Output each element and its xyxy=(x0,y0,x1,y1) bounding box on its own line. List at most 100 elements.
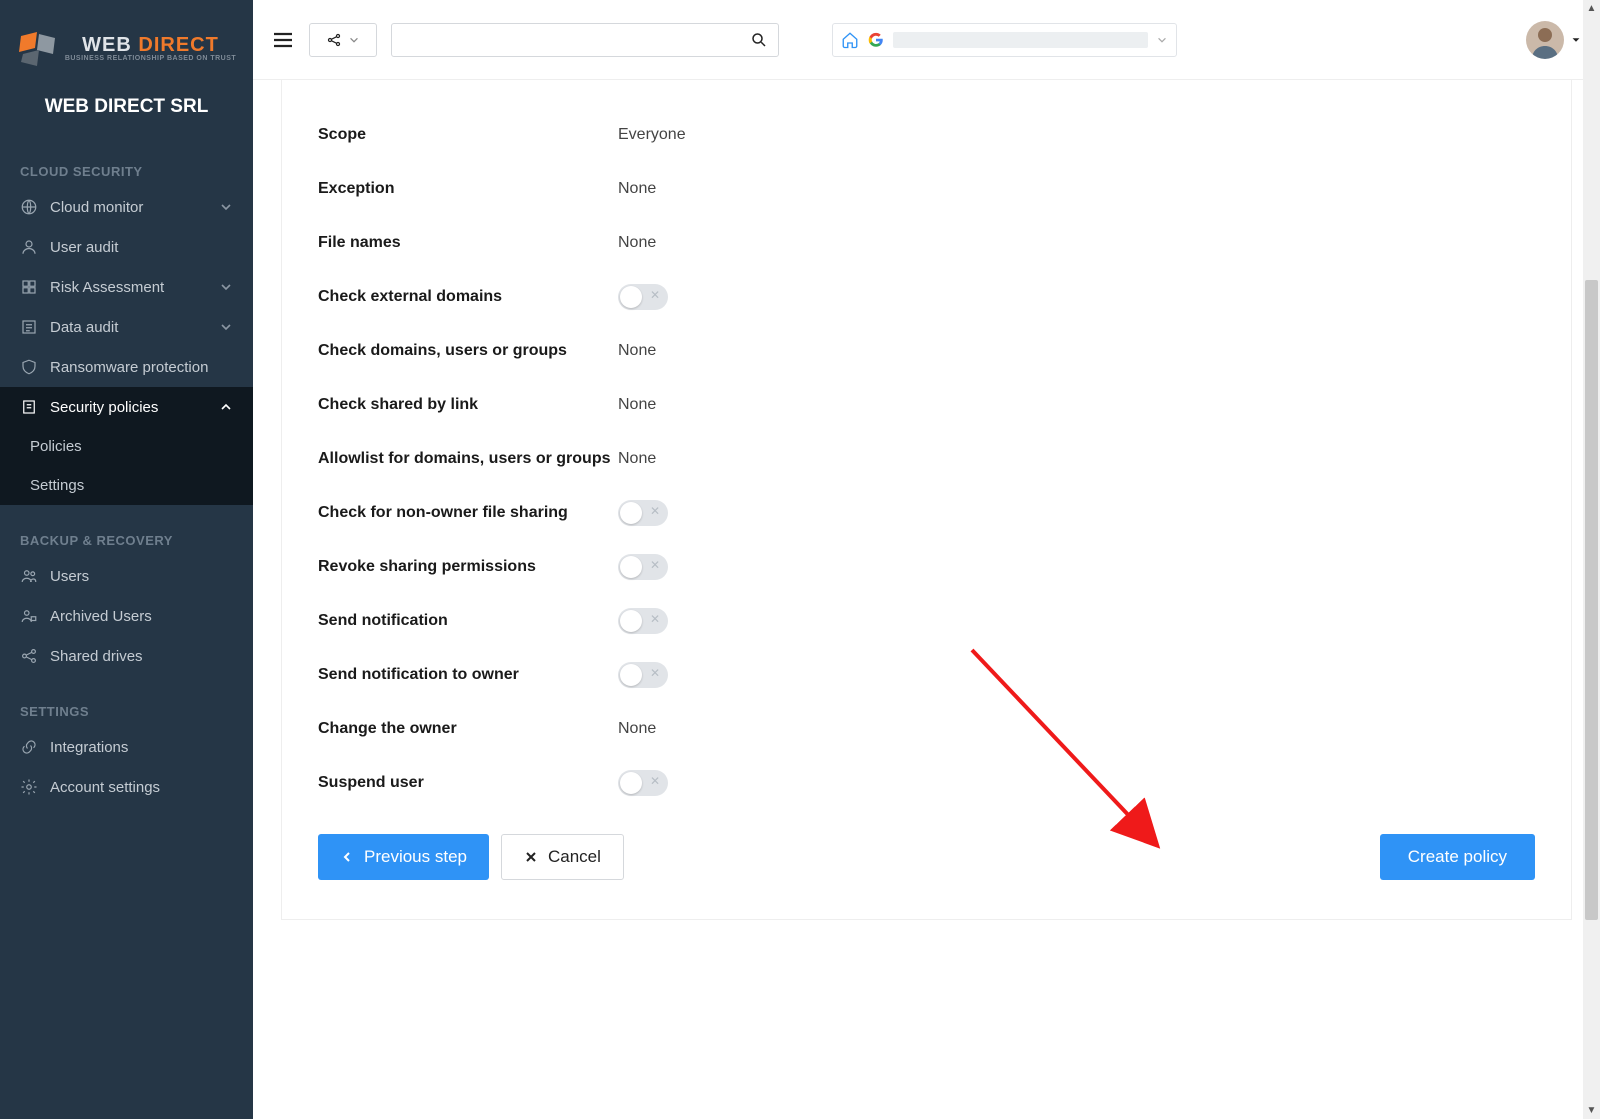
row-check-shared: Check shared by link None xyxy=(318,378,1535,432)
label-check-shared: Check shared by link xyxy=(318,396,618,414)
avatar xyxy=(1526,21,1564,59)
toggle-check-external[interactable]: ✕ xyxy=(618,284,668,310)
cancel-button[interactable]: Cancel xyxy=(501,834,624,880)
row-notify-owner: Send notification to owner ✕ xyxy=(318,648,1535,702)
sidebar-item-label: User audit xyxy=(50,239,233,256)
main-area: Scope Everyone Exception None File names… xyxy=(253,0,1600,1119)
section-settings: SETTINGS xyxy=(0,676,253,727)
value-check-shared: None xyxy=(618,396,656,414)
sidebar-item-label: Risk Assessment xyxy=(50,279,219,296)
chevron-down-icon xyxy=(219,200,233,214)
sidebar-item-label: Ransomware protection xyxy=(50,359,233,376)
row-change-owner: Change the owner None xyxy=(318,702,1535,756)
sidebar-item-shared-drives[interactable]: Shared drives xyxy=(0,636,253,676)
google-icon xyxy=(867,31,885,49)
toggle-notify[interactable]: ✕ xyxy=(618,608,668,634)
link-icon xyxy=(20,738,38,756)
row-scope: Scope Everyone xyxy=(318,108,1535,162)
label-check-domains: Check domains, users or groups xyxy=(318,342,618,360)
button-label: Create policy xyxy=(1408,847,1507,867)
chevron-down-icon[interactable] xyxy=(1156,34,1168,46)
sidebar-subitem-settings[interactable]: Settings xyxy=(0,466,253,505)
search-box[interactable] xyxy=(391,23,779,57)
row-notify: Send notification ✕ xyxy=(318,594,1535,648)
toggle-notify-owner[interactable]: ✕ xyxy=(618,662,668,688)
user-icon xyxy=(20,238,38,256)
sidebar-subitem-policies[interactable]: Policies xyxy=(0,427,253,466)
sidebar-item-label: Cloud monitor xyxy=(50,199,219,216)
label-check-external: Check external domains xyxy=(318,288,618,306)
share-dropdown[interactable] xyxy=(309,23,377,57)
label-notify: Send notification xyxy=(318,612,618,630)
sidebar-item-label: Security policies xyxy=(50,399,219,416)
search-input[interactable] xyxy=(402,32,750,48)
scroll-thumb[interactable] xyxy=(1585,280,1598,920)
row-allowlist: Allowlist for domains, users or groups N… xyxy=(318,432,1535,486)
label-revoke: Revoke sharing permissions xyxy=(318,558,618,576)
grid-icon xyxy=(20,278,38,296)
toggle-non-owner[interactable]: ✕ xyxy=(618,500,668,526)
chevron-down-icon xyxy=(219,280,233,294)
label-file-names: File names xyxy=(318,234,618,252)
url-box[interactable] xyxy=(832,23,1177,57)
arrow-left-icon xyxy=(340,850,354,864)
sidebar-item-user-audit[interactable]: User audit xyxy=(0,227,253,267)
value-scope: Everyone xyxy=(618,126,686,144)
globe-icon xyxy=(20,198,38,216)
brand-logo-icon xyxy=(17,28,57,68)
sidebar-item-archived-users[interactable]: Archived Users xyxy=(0,596,253,636)
sidebar-item-account-settings[interactable]: Account settings xyxy=(0,767,253,807)
label-change-owner: Change the owner xyxy=(318,720,618,738)
caret-down-icon xyxy=(1570,34,1582,46)
sidebar-item-cloud-monitor[interactable]: Cloud monitor xyxy=(0,187,253,227)
shield-icon xyxy=(20,358,38,376)
chevron-up-icon xyxy=(219,400,233,414)
sidebar-item-risk-assessment[interactable]: Risk Assessment xyxy=(0,267,253,307)
user-menu[interactable] xyxy=(1526,21,1582,59)
row-non-owner: Check for non-owner file sharing ✕ xyxy=(318,486,1535,540)
search-icon[interactable] xyxy=(750,31,768,49)
button-label: Previous step xyxy=(364,847,467,867)
policy-form-panel: Scope Everyone Exception None File names… xyxy=(281,80,1572,920)
close-icon xyxy=(524,850,538,864)
previous-step-button[interactable]: Previous step xyxy=(318,834,489,880)
scroll-up-icon[interactable]: ▲ xyxy=(1583,0,1600,17)
value-change-owner: None xyxy=(618,720,656,738)
toggle-suspend[interactable]: ✕ xyxy=(618,770,668,796)
label-scope: Scope xyxy=(318,126,618,144)
share-icon xyxy=(20,647,38,665)
row-check-external: Check external domains ✕ xyxy=(318,270,1535,324)
brand-block: WEB DIRECT BUSINESS RELATIONSHIP BASED O… xyxy=(0,18,253,136)
sidebar-item-security-policies[interactable]: Security policies xyxy=(0,387,253,427)
content-scroll[interactable]: Scope Everyone Exception None File names… xyxy=(253,80,1600,1119)
toggle-revoke[interactable]: ✕ xyxy=(618,554,668,580)
hamburger-icon[interactable] xyxy=(271,28,295,52)
gear-icon xyxy=(20,778,38,796)
sidebar-item-users[interactable]: Users xyxy=(0,556,253,596)
sidebar-item-label: Integrations xyxy=(50,739,233,756)
sidebar-item-label: Data audit xyxy=(50,319,219,336)
brand-wordmark: WEB DIRECT BUSINESS RELATIONSHIP BASED O… xyxy=(65,34,236,62)
sidebar-item-ransomware[interactable]: Ransomware protection xyxy=(0,347,253,387)
list-icon xyxy=(20,318,38,336)
sidebar-item-data-audit[interactable]: Data audit xyxy=(0,307,253,347)
sidebar-item-label: Users xyxy=(50,568,233,585)
label-allowlist: Allowlist for domains, users or groups xyxy=(318,450,618,468)
value-check-domains: None xyxy=(618,342,656,360)
row-check-domains: Check domains, users or groups None xyxy=(318,324,1535,378)
sidebar: WEB DIRECT BUSINESS RELATIONSHIP BASED O… xyxy=(0,0,253,1119)
label-non-owner: Check for non-owner file sharing xyxy=(318,504,618,522)
row-file-names: File names None xyxy=(318,216,1535,270)
value-allowlist: None xyxy=(618,450,656,468)
home-icon[interactable] xyxy=(841,31,859,49)
value-exception: None xyxy=(618,180,656,198)
topbar xyxy=(253,0,1600,80)
scroll-down-icon[interactable]: ▼ xyxy=(1583,1102,1600,1119)
sidebar-item-label: Archived Users xyxy=(50,608,233,625)
company-name: WEB DIRECT SRL xyxy=(10,96,243,118)
sidebar-item-integrations[interactable]: Integrations xyxy=(0,727,253,767)
sidebar-item-label: Settings xyxy=(30,477,233,494)
vertical-scrollbar[interactable]: ▲ ▼ xyxy=(1583,0,1600,1119)
url-blurred xyxy=(893,32,1148,48)
create-policy-button[interactable]: Create policy xyxy=(1380,834,1535,880)
